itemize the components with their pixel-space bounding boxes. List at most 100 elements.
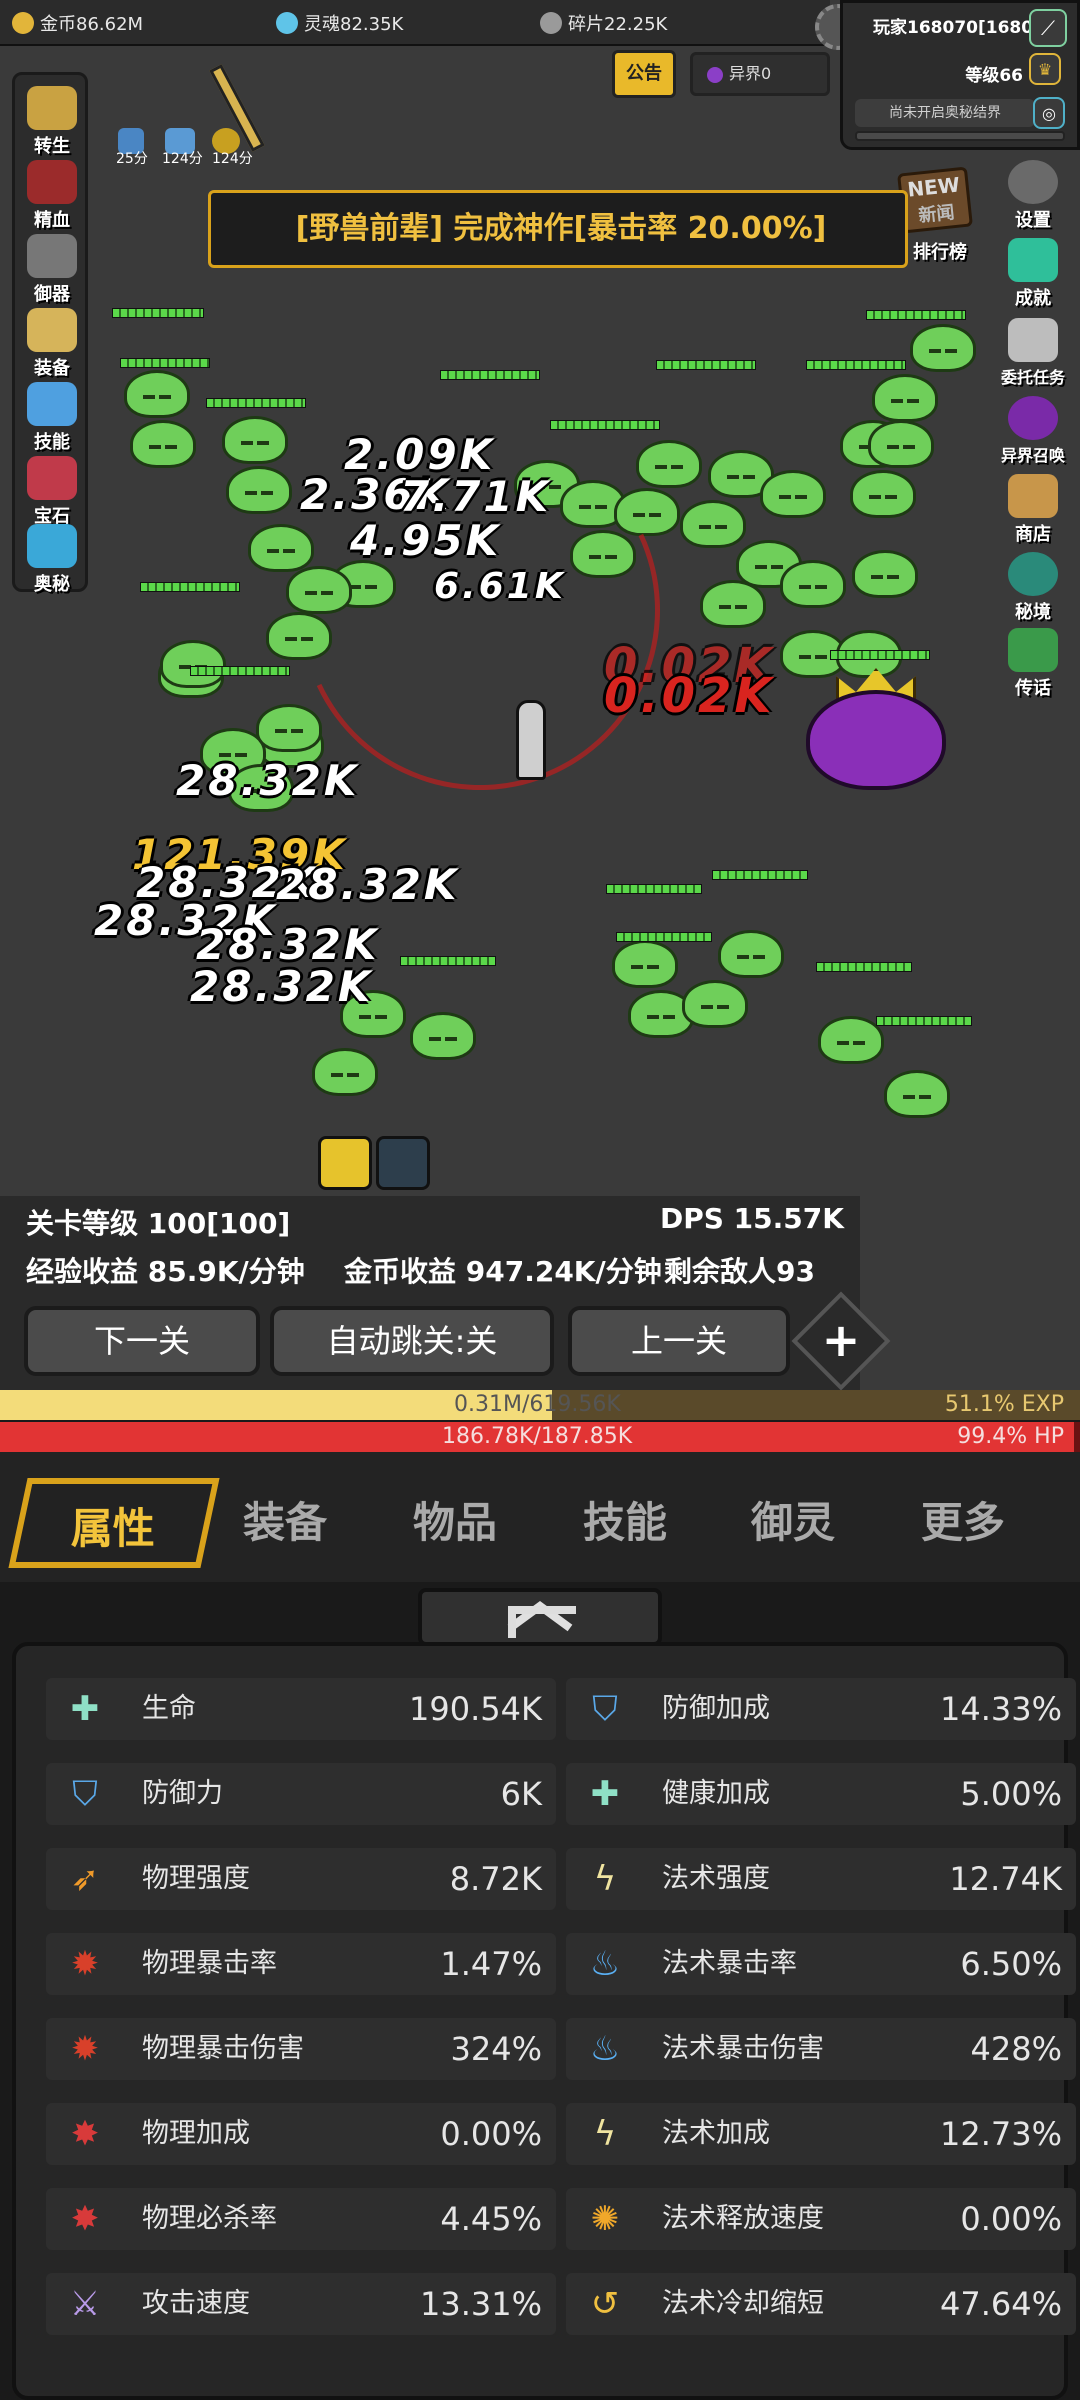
attribute-row: ⚔ 攻击速度 13.31%: [46, 2273, 556, 2335]
tab-more[interactable]: 更多: [888, 1478, 1038, 1568]
hp-percent: 99.4% HP: [957, 1424, 1064, 1449]
realm-progress-bar: [855, 131, 1065, 141]
menu-shop[interactable]: 商店: [988, 474, 1078, 546]
collapse-panel-button[interactable]: [418, 1588, 662, 1646]
player-panel[interactable]: 玩家168070[168070] ⟋ 等级66 ♛ 尚未开启奥秘结界 ◎: [840, 0, 1080, 150]
player-level: 等级66: [965, 66, 1023, 86]
shop-icon: [1008, 474, 1058, 518]
mystery-swirl-icon: [27, 524, 77, 568]
soul-resource: 灵魂82.35K: [276, 8, 403, 38]
slime-enemy: [682, 980, 748, 1028]
attribute-name: 法术加成: [662, 2118, 770, 2149]
slime-enemy: [780, 560, 846, 608]
active-skill-icon[interactable]: [318, 1136, 372, 1190]
leaf-icon[interactable]: ⟋: [1029, 9, 1067, 47]
slime-enemy: [248, 524, 314, 572]
attribute-value: 12.74K: [949, 1860, 1062, 1898]
attribute-row: ✹ 物理暴击伤害 324%: [46, 2018, 556, 2080]
attribute-value: 8.72K: [449, 1860, 542, 1898]
slime-enemy: [226, 466, 292, 514]
artifact-icon: [27, 234, 77, 278]
hero-character: [516, 700, 546, 780]
attribute-row: ↺ 法术冷却缩短 47.64%: [566, 2273, 1076, 2335]
slime-enemy: [680, 500, 746, 548]
attribute-name: 攻击速度: [142, 2288, 250, 2319]
notice-button[interactable]: 公告: [612, 50, 676, 98]
otherworld-icon: [707, 66, 723, 83]
attribute-value: 324%: [450, 2030, 542, 2068]
tab-skills[interactable]: 技能: [550, 1478, 700, 1568]
menu-skill[interactable]: 技能: [14, 382, 90, 454]
tab-equipment[interactable]: 装备: [210, 1478, 360, 1568]
buff-timer: 124分: [212, 151, 253, 167]
damage-number: 6.61K: [434, 566, 566, 607]
menu-equipment[interactable]: 装备: [14, 308, 90, 380]
damage-number: 28.32K: [276, 860, 460, 909]
slime-enemy: [410, 1012, 476, 1060]
prev-stage-button[interactable]: 上一关: [568, 1306, 790, 1376]
slime-enemy: [910, 324, 976, 372]
slime-enemy: [700, 580, 766, 628]
menu-otherworld-summon[interactable]: 异界召唤: [984, 396, 1080, 466]
gear-icon: [1008, 160, 1058, 204]
attribute-row: ♨ 法术暴击伤害 428%: [566, 2018, 1076, 2080]
next-stage-button[interactable]: 下一关: [24, 1306, 260, 1376]
hp-value: 186.78K/187.85K: [442, 1424, 633, 1449]
attribute-name: 物理暴击率: [142, 1948, 277, 1979]
enemy-hp-bar: [120, 358, 210, 368]
slime-enemy: [718, 930, 784, 978]
attribute-row: ϟ 法术加成 12.73%: [566, 2103, 1076, 2165]
slime-enemy: [160, 640, 226, 688]
realm-status[interactable]: 尚未开启奥秘结界: [855, 99, 1035, 127]
shard-resource: 碎片22.25K: [540, 8, 667, 38]
menu-rebirth[interactable]: 转生: [14, 86, 90, 158]
menu-essence[interactable]: 精血: [14, 160, 90, 232]
auto-skip-button[interactable]: 自动跳关:关: [270, 1306, 554, 1376]
slime-enemy: [612, 940, 678, 988]
enemy-hp-bar: [816, 962, 912, 972]
flame-icon: ♨: [589, 2029, 621, 2069]
enemy-hp-bar: [806, 360, 906, 370]
tab-spirits[interactable]: 御灵: [718, 1478, 868, 1568]
resource-bar: 金币86.62M 灵魂82.35K 碎片22.25K: [0, 0, 830, 46]
otherworld-button[interactable]: 异界0: [690, 52, 830, 96]
menu-gem[interactable]: 宝石: [14, 456, 90, 528]
menu-message[interactable]: 传话: [988, 628, 1078, 700]
attribute-value: 12.73%: [939, 2115, 1062, 2153]
horn-icon: [1008, 628, 1058, 672]
active-skill-icon[interactable]: [376, 1136, 430, 1190]
menu-commission[interactable]: 委托任务: [984, 318, 1080, 388]
damage-number: 28.32K: [176, 756, 360, 805]
menu-artifact[interactable]: 御器: [14, 234, 90, 306]
attribute-row: ✺ 法术释放速度 0.00%: [566, 2188, 1076, 2250]
slime-enemy: [312, 1048, 378, 1096]
attribute-value: 6K: [500, 1775, 542, 1813]
sword-icon: ⚔: [69, 2284, 101, 2324]
attributes-panel: ✚ 生命 190.54K ⛉ 防御力 6K ➶ 物理强度 8.72K ✹ 物理暴击率 1.47% ✹ 物理…: [12, 1642, 1076, 2400]
tab-attributes[interactable]: 属性: [8, 1478, 220, 1568]
menu-achievement[interactable]: 成就: [988, 238, 1078, 310]
buff-timer: 25分: [116, 151, 148, 167]
damage-number: 7.71K: [400, 472, 552, 521]
attribute-value: 13.31%: [419, 2285, 542, 2323]
fire-badge-icon: ✺: [590, 2199, 620, 2239]
tab-items[interactable]: 物品: [380, 1478, 530, 1568]
menu-mystery[interactable]: 奥秘: [14, 524, 90, 596]
exp-rate: 经验收益 85.9K/分钟: [26, 1255, 305, 1288]
coin-icon: [12, 12, 34, 34]
menu-secret-realm[interactable]: 秘境: [988, 552, 1078, 624]
vortex-icon[interactable]: ◎: [1033, 97, 1065, 129]
menu-settings[interactable]: 设置: [988, 160, 1078, 232]
attribute-row: ⛉ 防御力 6K: [46, 1763, 556, 1825]
attribute-value: 47.64%: [939, 2285, 1062, 2323]
attribute-row: ✹ 物理暴击率 1.47%: [46, 1933, 556, 1995]
attribute-name: 物理必杀率: [142, 2203, 277, 2234]
attribute-value: 190.54K: [409, 1690, 542, 1728]
lightning-icon: ϟ: [593, 2114, 617, 2154]
enemy-hp-bar: [712, 870, 808, 880]
slime-enemy: [222, 416, 288, 464]
ranking-button[interactable]: 排行榜: [900, 238, 980, 264]
enemy-hp-bar: [656, 360, 756, 370]
attribute-row: ♨ 法术暴击率 6.50%: [566, 1933, 1076, 1995]
enemy-hp-bar: [440, 370, 540, 380]
